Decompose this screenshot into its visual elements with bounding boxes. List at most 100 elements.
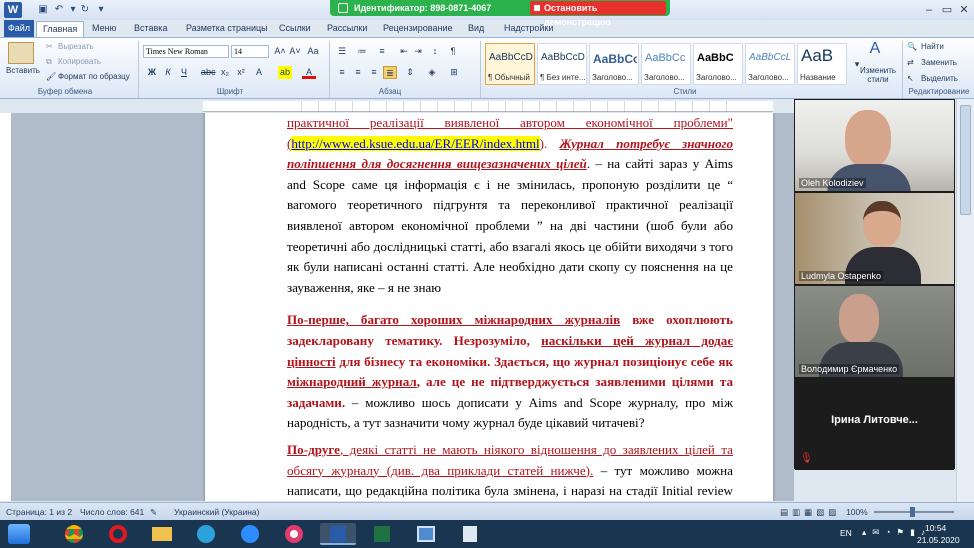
opera-taskbar-icon[interactable] bbox=[100, 523, 136, 545]
highlight-icon[interactable]: ab bbox=[278, 66, 292, 79]
underline-icon[interactable]: Ч bbox=[177, 66, 191, 79]
replace-button[interactable]: Заменить bbox=[921, 58, 957, 67]
paste-button[interactable]: Вставить bbox=[6, 66, 40, 75]
style-heading-4[interactable]: AaBbCcL Заголово... bbox=[745, 43, 795, 85]
video-tile[interactable]: Ludmyla Ostapenko bbox=[795, 193, 954, 284]
change-styles-icon[interactable]: A bbox=[868, 41, 882, 57]
tab-mailings[interactable]: Рассылки bbox=[321, 21, 373, 37]
subscript-icon[interactable]: x₂ bbox=[218, 66, 232, 79]
change-case-icon[interactable]: Aa bbox=[306, 45, 320, 58]
style-heading-3[interactable]: AaBbC Заголово... bbox=[693, 43, 743, 85]
tab-file[interactable]: Файл bbox=[4, 20, 34, 37]
telegram-taskbar-icon[interactable] bbox=[188, 523, 224, 545]
numbering-icon[interactable]: ≔ bbox=[355, 45, 369, 58]
page-counter[interactable]: Страница: 1 из 2 bbox=[6, 507, 72, 517]
style-normal[interactable]: AaBbCcDc ¶ Обычный bbox=[485, 43, 535, 85]
tab-page-layout[interactable]: Разметка страницы bbox=[180, 21, 274, 37]
word-count[interactable]: Число слов: 641 bbox=[80, 507, 144, 517]
tab-addins[interactable]: Надстройки bbox=[498, 21, 559, 37]
select-icon[interactable]: ↖ bbox=[907, 74, 914, 83]
font-name-box[interactable]: Times New Roman bbox=[143, 45, 229, 58]
quick-access-dropdown-icon[interactable]: ▾ bbox=[94, 3, 108, 17]
video-tile[interactable]: Oleh Kolodiziev bbox=[795, 100, 954, 191]
start-button-icon[interactable] bbox=[8, 524, 30, 544]
cut-icon[interactable]: ✂ bbox=[46, 42, 53, 51]
document-page[interactable]: практичної реалізації виявленої автором … bbox=[205, 113, 773, 501]
zoom-level[interactable]: 100% bbox=[846, 507, 868, 517]
word-taskbar-icon[interactable] bbox=[320, 523, 356, 545]
style-no-spacing[interactable]: AaBbCcDc ¶ Без инте... bbox=[537, 43, 587, 85]
zoom-slider-thumb[interactable] bbox=[910, 507, 915, 517]
video-tile[interactable]: Володимир Єрмаченко bbox=[795, 286, 954, 377]
remote-desktop-taskbar-icon[interactable] bbox=[408, 523, 444, 545]
style-heading-2[interactable]: AaBbCc Заголово... bbox=[641, 43, 691, 85]
find-button[interactable]: Найти bbox=[921, 42, 944, 51]
zoom-taskbar-icon[interactable] bbox=[232, 523, 268, 545]
clock-time[interactable]: 10:54 bbox=[925, 523, 946, 533]
change-styles-button[interactable]: Изменить стили bbox=[856, 66, 900, 84]
format-painter-button[interactable]: Формат по образцу bbox=[58, 72, 130, 81]
language-tray[interactable]: EN bbox=[840, 528, 852, 538]
journal-link[interactable]: http://www.ed.ksue.edu.ua/ER/EER/index.h… bbox=[291, 135, 540, 151]
style-title[interactable]: AaB Название bbox=[797, 43, 847, 85]
word-app-icon[interactable]: W bbox=[4, 2, 22, 18]
bold-icon[interactable]: Ж bbox=[145, 66, 159, 79]
tab-review[interactable]: Рецензирование bbox=[377, 21, 459, 37]
font-size-box[interactable]: 14 bbox=[231, 45, 269, 58]
align-right-icon[interactable]: ≡ bbox=[367, 66, 381, 79]
vertical-scrollbar[interactable] bbox=[956, 99, 974, 502]
close-icon[interactable]: ✕ bbox=[957, 3, 971, 17]
format-painter-icon[interactable]: 🖌 bbox=[46, 72, 56, 81]
align-center-icon[interactable]: ≡ bbox=[351, 66, 365, 79]
chrome-taskbar-icon[interactable] bbox=[56, 523, 92, 545]
cut-button[interactable]: Вырезать bbox=[58, 42, 94, 51]
replace-icon[interactable]: ⇄ bbox=[907, 58, 914, 67]
itunes-taskbar-icon[interactable] bbox=[276, 523, 312, 545]
paste-icon[interactable] bbox=[8, 42, 34, 64]
save-icon[interactable]: ▣ bbox=[36, 3, 50, 17]
spellcheck-icon[interactable]: ✎ bbox=[150, 507, 157, 518]
shrink-font-icon[interactable]: A˅ bbox=[288, 45, 302, 58]
redo-icon[interactable]: ↻ bbox=[78, 3, 92, 17]
align-left-icon[interactable]: ≡ bbox=[335, 66, 349, 79]
decrease-indent-icon[interactable]: ⇤ bbox=[397, 45, 411, 58]
find-icon[interactable]: 🔍 bbox=[907, 42, 917, 51]
sort-icon[interactable]: ↕ bbox=[428, 45, 442, 58]
undo-icon[interactable]: ↶ bbox=[52, 3, 66, 17]
notepad-taskbar-icon[interactable] bbox=[452, 523, 488, 545]
stop-share-button[interactable]: Остановить демонстрацию bbox=[530, 1, 666, 27]
video-tile[interactable]: Ірина Литовче... 🎙 bbox=[795, 379, 954, 470]
copy-icon[interactable]: ⧉ bbox=[46, 57, 52, 67]
bullets-icon[interactable]: ☰ bbox=[335, 45, 349, 58]
superscript-icon[interactable]: x² bbox=[234, 66, 248, 79]
vertical-ruler[interactable] bbox=[0, 113, 12, 501]
minimize-icon[interactable]: – bbox=[922, 3, 936, 17]
scrollbar-thumb[interactable] bbox=[960, 105, 971, 215]
shading-icon[interactable]: ◈ bbox=[425, 66, 439, 79]
italic-icon[interactable]: К bbox=[161, 66, 175, 79]
increase-indent-icon[interactable]: ⇥ bbox=[411, 45, 425, 58]
tab-view[interactable]: Вид bbox=[462, 21, 490, 37]
tab-home[interactable]: Главная bbox=[36, 21, 85, 37]
font-color-icon[interactable]: A bbox=[302, 66, 316, 79]
style-heading-1[interactable]: AaBbCc Заголово... bbox=[589, 43, 639, 85]
show-formatting-icon[interactable]: ¶ bbox=[446, 45, 460, 58]
excel-taskbar-icon[interactable] bbox=[364, 523, 400, 545]
view-buttons[interactable]: ▤▥▦▧▨ bbox=[780, 507, 840, 518]
language-indicator[interactable]: Украинский (Украина) bbox=[174, 507, 259, 517]
document-text[interactable]: практичної реалізації виявленої автором … bbox=[287, 113, 733, 501]
tab-insert[interactable]: Вставка bbox=[128, 21, 173, 37]
horizontal-ruler[interactable] bbox=[203, 101, 773, 112]
multilevel-list-icon[interactable]: ≡ bbox=[375, 45, 389, 58]
copy-button[interactable]: Копировать bbox=[58, 57, 101, 66]
text-effects-icon[interactable]: A bbox=[252, 66, 266, 79]
grow-font-icon[interactable]: A˄ bbox=[273, 45, 287, 58]
maximize-icon[interactable]: ▭ bbox=[940, 3, 954, 17]
strikethrough-icon[interactable]: abc bbox=[201, 66, 216, 79]
tab-menu[interactable]: Меню bbox=[86, 21, 122, 37]
borders-icon[interactable]: ⊞ bbox=[447, 66, 461, 79]
tab-references[interactable]: Ссылки bbox=[273, 21, 317, 37]
clock-date[interactable]: 21.05.2020 bbox=[917, 535, 960, 545]
file-explorer-taskbar-icon[interactable] bbox=[144, 523, 180, 545]
line-spacing-icon[interactable]: ⇕ bbox=[403, 66, 417, 79]
